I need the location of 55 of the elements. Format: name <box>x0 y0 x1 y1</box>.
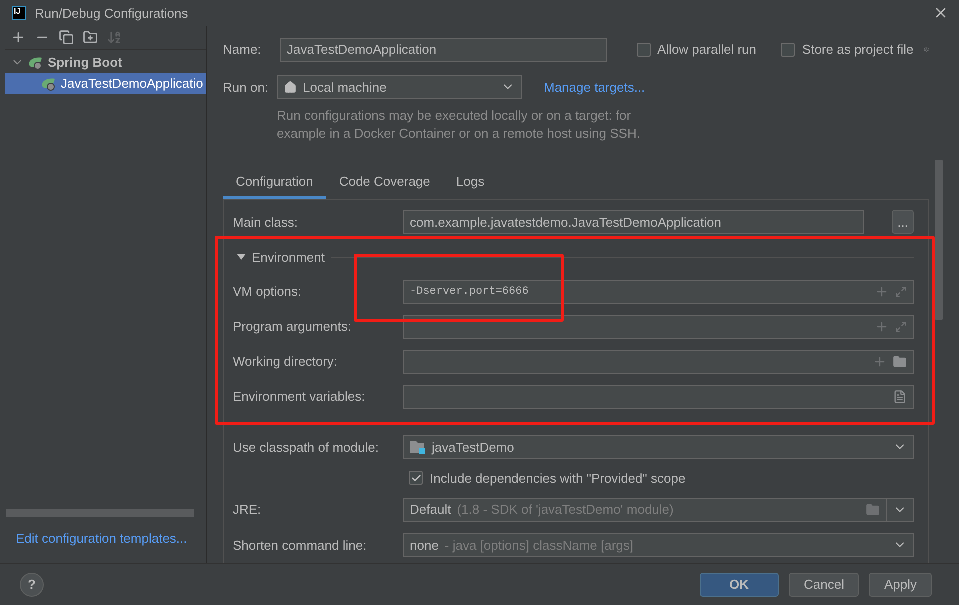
add-icon[interactable] <box>11 30 26 45</box>
field-label: Environment variables: <box>233 389 366 404</box>
templates-link[interactable]: Edit configuration templates... <box>16 531 206 546</box>
field-label: Program arguments: <box>233 319 352 334</box>
shorten-dropdown[interactable]: none - java [options] className [args] <box>403 533 914 557</box>
document-icon[interactable] <box>893 390 907 404</box>
manage-targets-link[interactable]: Manage targets... <box>544 80 646 95</box>
leaf-icon <box>41 76 57 90</box>
dialog-button[interactable]: Cancel <box>789 572 860 596</box>
field-label: Main class: <box>233 214 300 230</box>
field-label: Name: <box>223 42 262 58</box>
main-class-field[interactable]: com.example.javatestdemo.JavaTestDemoApplication <box>403 210 864 234</box>
dialog-button[interactable]: OK <box>700 572 779 596</box>
checkbox[interactable]: Allow parallel run <box>636 42 756 58</box>
expand-icon[interactable] <box>895 320 907 332</box>
input-field[interactable] <box>403 314 914 338</box>
dialog-button[interactable]: Apply <box>869 572 932 596</box>
tab[interactable]: Configuration <box>223 167 326 199</box>
field-label: VM options: <box>233 284 303 299</box>
folder-icon[interactable] <box>893 354 907 368</box>
jre-dropdown[interactable]: Default (1.8 - SDK of 'javaTestDemo' module) <box>403 498 914 522</box>
field-label: Use classpath of module: <box>233 440 380 454</box>
check-icon <box>410 472 422 484</box>
tab[interactable]: Logs <box>443 167 498 199</box>
field-label: Shorten command line: <box>233 538 368 552</box>
field-label: Working directory: <box>233 354 339 369</box>
scrollbar[interactable] <box>6 509 194 517</box>
input-field[interactable] <box>403 350 914 374</box>
tab[interactable]: Code Coverage <box>326 167 444 199</box>
copy-icon[interactable] <box>59 30 74 45</box>
window-title: Run/Debug Configurations <box>35 6 190 20</box>
module-folder-icon <box>410 440 426 454</box>
tree-item[interactable]: JavaTestDemoApplicatio <box>5 73 206 94</box>
section-title: Environment <box>252 250 325 264</box>
folder-icon <box>866 502 880 516</box>
target-dropdown[interactable]: Local machine <box>277 75 522 100</box>
checkbox[interactable]: Store as project file <box>781 42 914 58</box>
module-dropdown[interactable]: javaTestDemo <box>403 435 914 459</box>
field-label: Run on: <box>223 80 270 95</box>
help-button[interactable]: ? <box>20 572 44 596</box>
expand-icon[interactable] <box>895 286 907 298</box>
scrollbar[interactable] <box>935 160 943 320</box>
checkbox[interactable]: Include dependencies with "Provided" scope <box>409 470 686 486</box>
field-label: JRE: <box>233 502 262 517</box>
name-field[interactable]: JavaTestDemoApplication <box>280 38 607 62</box>
browse-button[interactable]: ... <box>892 210 914 234</box>
folder-plus-icon[interactable] <box>83 30 98 45</box>
input-field[interactable]: -Dserver.port=6666 <box>403 280 914 304</box>
collapse-triangle-icon[interactable] <box>237 254 246 260</box>
input-field[interactable] <box>403 384 914 408</box>
description-text: Run configurations may be executed locally or on a target: for example in a Docker Container or on a remote host using SSH. <box>277 107 642 144</box>
app-logo: IJ <box>12 6 26 20</box>
tree-item[interactable]: Spring Boot <box>5 52 206 73</box>
leaf-icon <box>28 56 44 70</box>
home-icon <box>284 80 297 94</box>
